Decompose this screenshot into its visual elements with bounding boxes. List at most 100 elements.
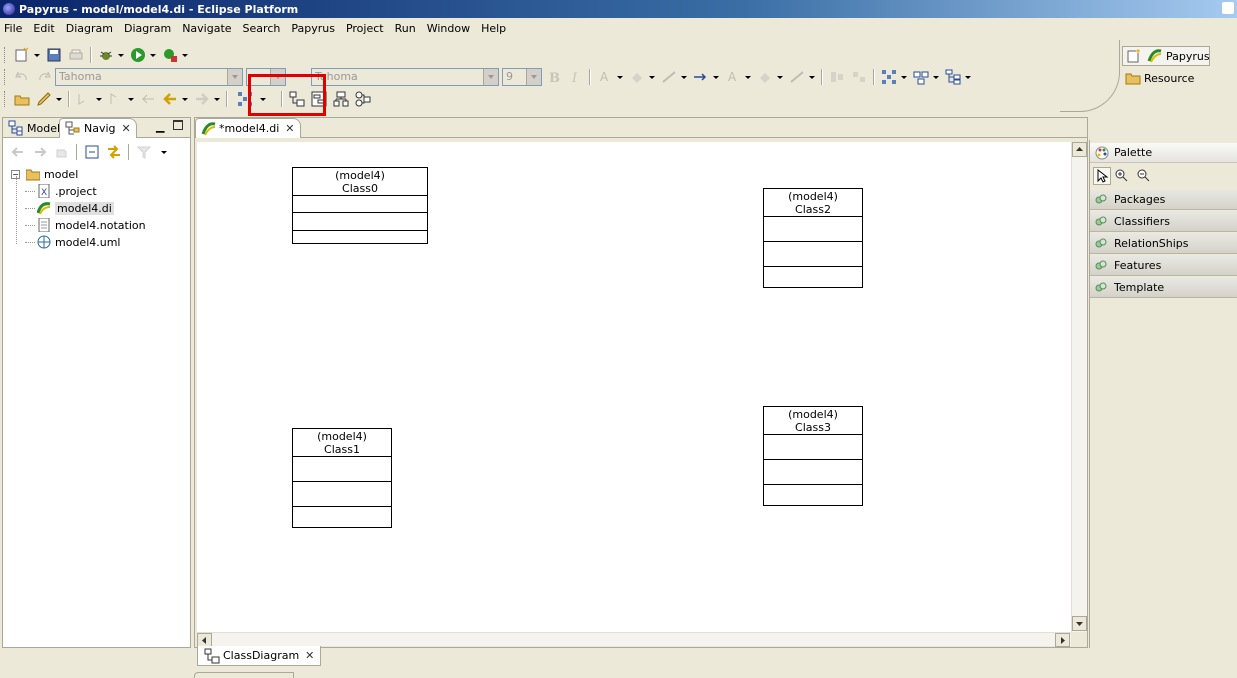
link-with-editor-icon[interactable] [106,144,122,160]
fill-color-icon[interactable] [629,69,645,85]
bold-icon[interactable]: B [545,69,561,86]
class-attributes-compartment[interactable] [293,196,427,213]
class-attributes-compartment[interactable] [764,435,862,460]
nav-forward-icon[interactable] [32,144,48,160]
palette-drawer-features[interactable]: Features [1090,256,1237,276]
line-color-icon[interactable] [661,69,677,85]
menu-edit[interactable]: Edit [33,22,54,35]
font-color-icon[interactable]: A [597,69,613,85]
close-diagram-icon[interactable]: ✕ [305,649,314,662]
class-operations-compartment[interactable] [764,460,862,485]
scroll-right-button[interactable] [1055,633,1070,647]
class-nested-compartment[interactable] [764,485,862,505]
last-edit-icon[interactable] [140,91,156,107]
line-style-icon[interactable] [693,69,709,85]
print-icon[interactable] [68,47,84,63]
font-size-select[interactable]: 9 [502,68,542,86]
edit-pen-icon[interactable] [36,91,52,107]
class-name[interactable]: Class0 [293,182,427,195]
next-annotation-icon[interactable] [76,91,92,107]
back-icon[interactable] [162,91,178,107]
open-type-icon[interactable] [14,91,30,107]
new-icon[interactable] [14,47,30,63]
close-editor-icon[interactable]: ✕ [285,122,294,135]
palette-drawer-relationships[interactable]: RelationShips [1090,234,1237,254]
class-name[interactable]: Class2 [764,203,862,216]
composite-diagram-icon[interactable] [355,91,371,107]
tree-item-project-file[interactable]: X .project [25,183,97,199]
class-attributes-compartment[interactable] [764,217,862,242]
perspective-papyrus[interactable]: Papyrus [1122,46,1210,66]
scroll-down-button[interactable] [1072,616,1087,631]
debug-icon[interactable] [98,47,114,63]
menu-project[interactable]: Project [346,22,384,35]
menu-search[interactable]: Search [243,22,281,35]
tree-item-model[interactable]: − model [11,166,78,182]
menu-navigate[interactable]: Navigate [182,22,231,35]
distribute-icon[interactable] [851,69,867,85]
class-operations-compartment[interactable] [764,242,862,267]
tab-classdiagram[interactable]: ClassDiagram ✕ [197,646,322,666]
uml-class-class1[interactable]: (model4) Class1 [292,428,392,528]
minimize-icon[interactable]: ▁ [156,120,164,133]
menu-papyrus[interactable]: Papyrus [291,22,335,35]
undo-icon[interactable] [14,69,30,85]
align-icon[interactable] [829,69,845,85]
scroll-left-button[interactable] [197,633,212,647]
uml-class-class0[interactable]: (model4) Class0 [292,167,428,244]
palette-drawer-template[interactable]: Template [1090,278,1237,298]
nav-up-icon[interactable] [54,144,70,160]
tab-model4-di[interactable]: *model4.di ✕ [195,118,301,138]
select-tool[interactable] [1093,167,1111,185]
open-perspective-icon[interactable] [1126,48,1142,64]
line-color-icon-2[interactable] [789,69,805,85]
menu-run[interactable]: Run [395,22,416,35]
font-family-select-2[interactable]: Tahoma [311,68,499,86]
zoom-out-icon[interactable] [1136,168,1152,184]
run-icon[interactable] [130,47,146,63]
font-family-select[interactable]: Tahoma [55,68,243,86]
class-attributes-compartment[interactable] [293,457,391,482]
fill-color-icon-2[interactable] [757,69,773,85]
diagram-canvas[interactable]: (model4) Class0 (model4) Class2 (model4)… [197,142,1071,632]
close-icon[interactable]: ✕ [122,122,131,135]
filter-icon[interactable] [136,144,152,160]
save-icon[interactable] [46,47,62,63]
uml-class-class2[interactable]: (model4) Class2 [763,188,863,288]
layout-icon[interactable] [945,69,961,85]
menu-diagram[interactable]: Diagram [66,22,113,35]
tree-item-model4-di[interactable]: model4.di [25,200,114,216]
class-nested-compartment[interactable] [764,267,862,287]
uml-class-class3[interactable]: (model4) Class3 [763,406,863,506]
perspective-resource[interactable]: Resource [1122,70,1194,86]
external-tools-icon[interactable] [162,47,178,63]
class-nested-compartment[interactable] [293,231,427,242]
font-color-icon-2[interactable]: A [725,69,741,85]
collapse-all-icon[interactable] [84,144,100,160]
horizontal-scrollbar[interactable] [197,632,1071,647]
select-icon[interactable] [913,69,929,85]
palette-drawer-packages[interactable]: Packages [1090,190,1237,210]
nav-back-icon[interactable] [10,144,26,160]
vertical-scrollbar[interactable] [1071,142,1087,632]
menu-diagram-2[interactable]: Diagram [124,22,171,35]
forward-icon[interactable] [194,91,210,107]
class-name[interactable]: Class3 [764,421,862,434]
tab-model[interactable]: Model [3,118,65,138]
menu-file[interactable]: File [4,22,22,35]
class-nested-compartment[interactable] [293,507,391,527]
scroll-up-button[interactable] [1072,142,1087,157]
window-control-button[interactable] [1222,2,1234,14]
palette-header[interactable]: Palette [1090,143,1237,163]
tree-item-model4-notation[interactable]: model4.notation [25,217,146,233]
arrange-all-icon[interactable] [881,69,897,85]
zoom-in-icon[interactable] [1114,168,1130,184]
class-operations-compartment[interactable] [293,213,427,231]
italic-icon[interactable]: I [567,69,583,86]
tab-navigator[interactable]: Navig ✕ [59,118,137,138]
tree-item-model4-uml[interactable]: model4.uml [25,234,121,250]
menu-window[interactable]: Window [427,22,470,35]
redo-icon[interactable] [36,69,52,85]
class-operations-compartment[interactable] [293,482,391,507]
menu-help[interactable]: Help [481,22,506,35]
